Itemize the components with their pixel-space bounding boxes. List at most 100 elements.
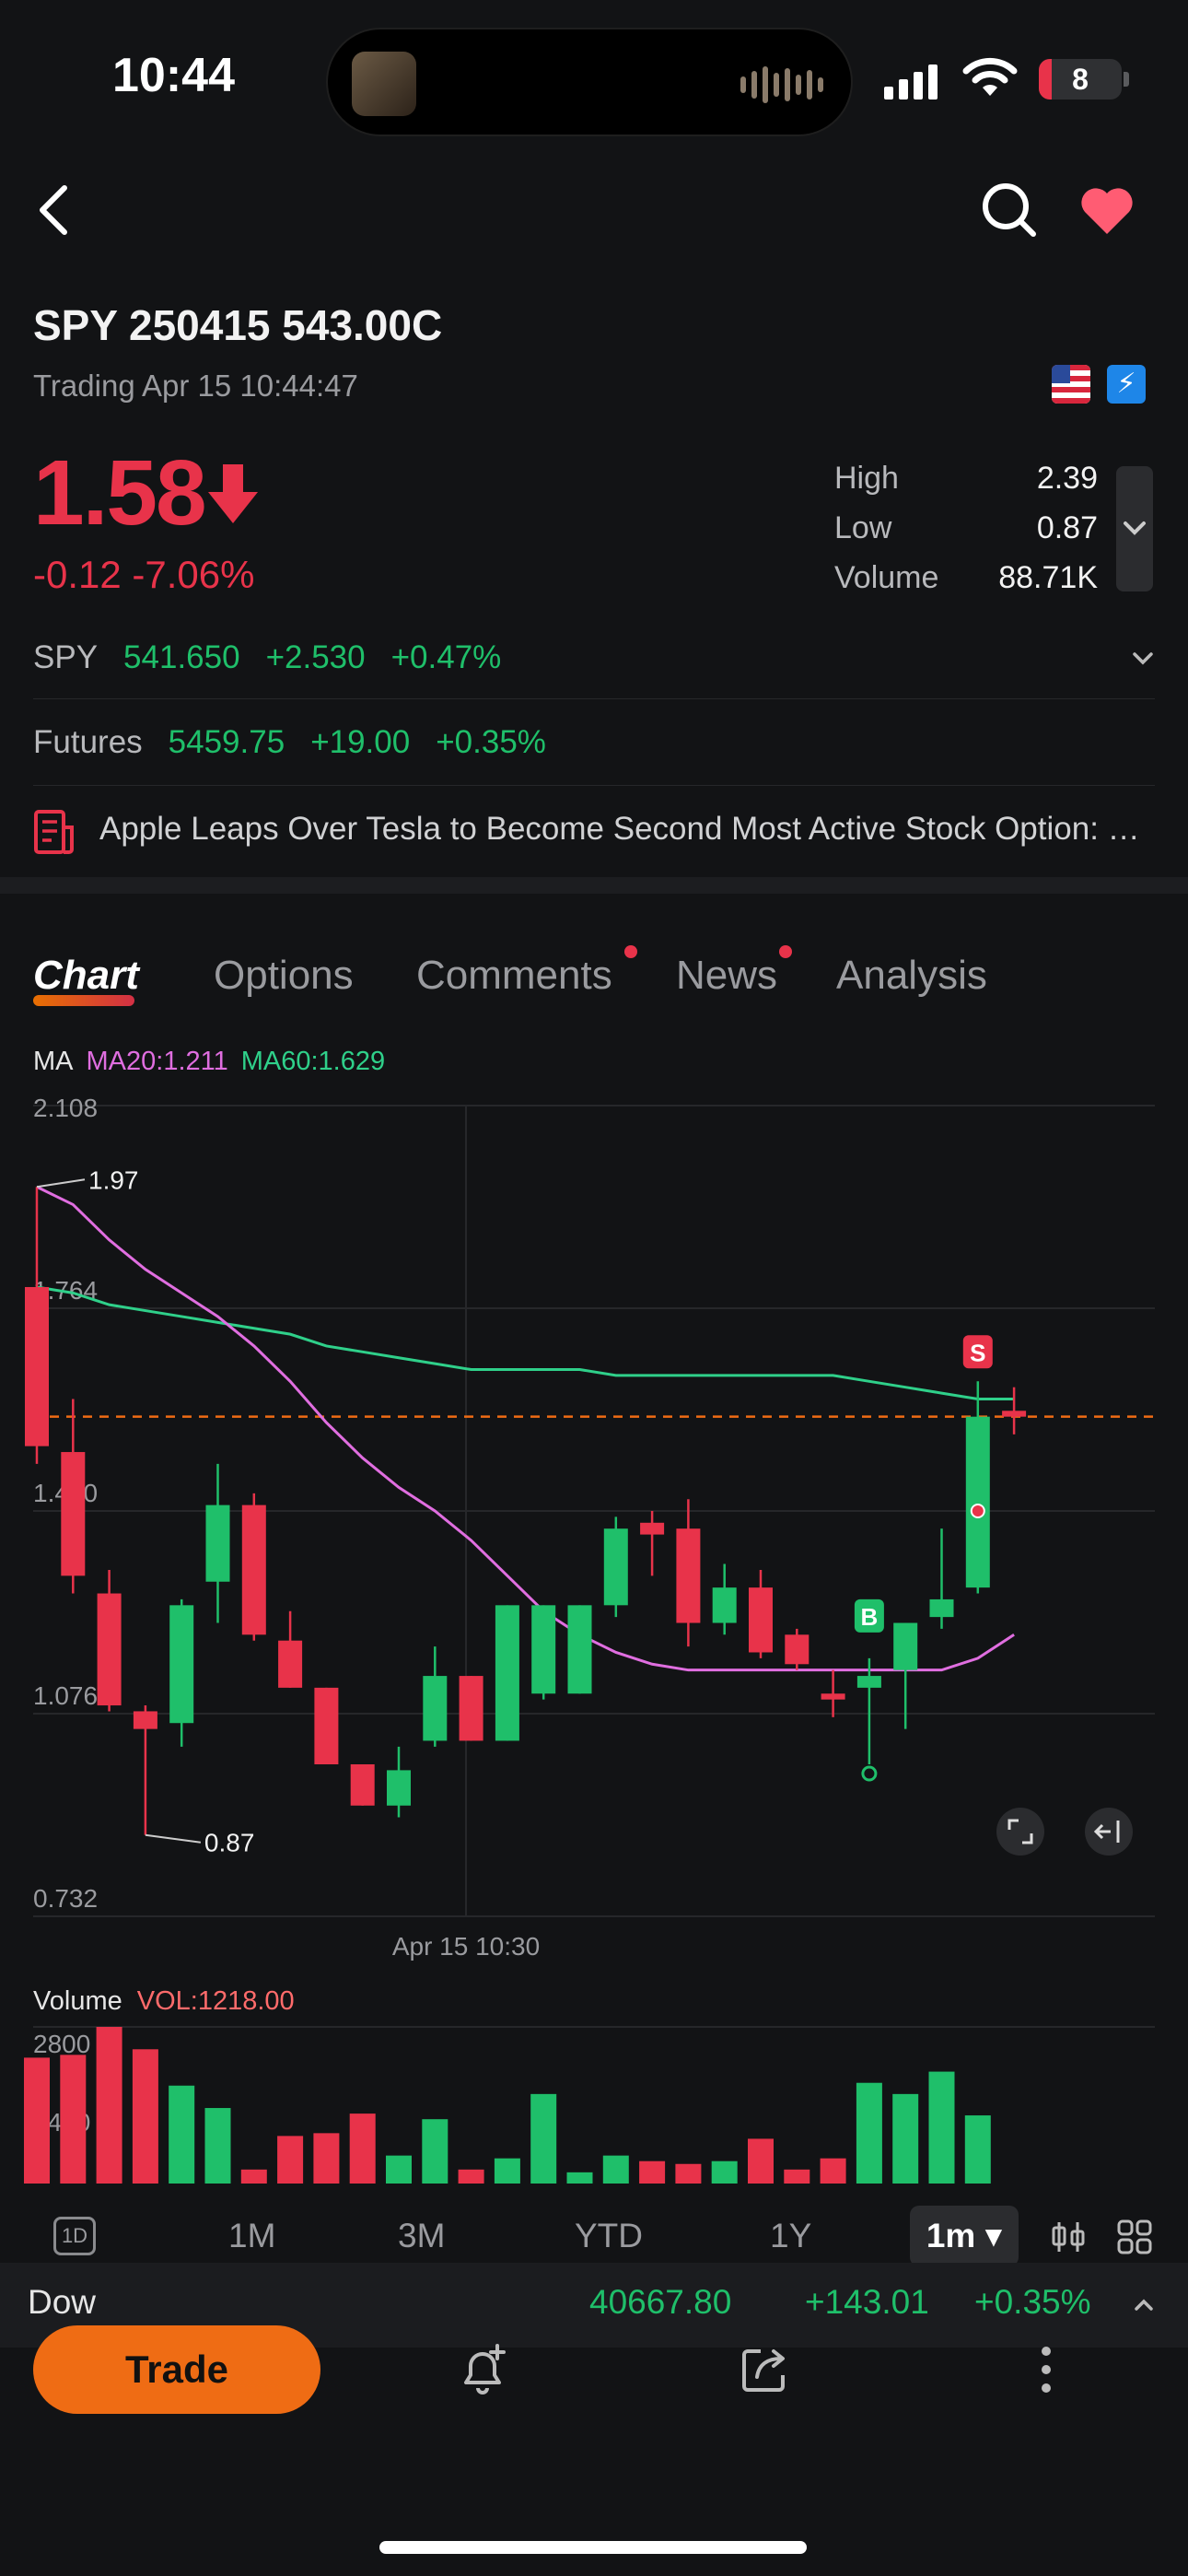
trading-status: Trading Apr 15 10:44:47 [33,369,358,403]
underlying-price: 541.650 [123,639,240,675]
candle-down [1002,1411,1027,1417]
volume-current: VOL:1218.00 [136,1986,295,2016]
favorite-heart-icon[interactable] [1077,181,1136,240]
volume-bar [313,2133,340,2184]
index-change: +143.01 [805,2283,929,2321]
tab-comments[interactable]: Comments [416,953,612,999]
index-name: Dow [28,2283,97,2321]
sell-point [970,1504,985,1518]
more-options-icon[interactable] [1017,2340,1076,2399]
interval-selector[interactable]: 1m ▾ [910,2206,1019,2266]
stats-expand-button[interactable] [1116,466,1153,591]
home-indicator [379,2541,807,2554]
candle-down [821,1693,845,1700]
candle-down [676,1528,701,1623]
volume-bar [639,2160,666,2184]
chevron-up-icon[interactable] [1131,2292,1157,2318]
candle-up [423,1676,448,1741]
trade-button[interactable]: Trade [33,2325,320,2414]
range-1y-button[interactable]: 1Y [770,2217,811,2255]
stat-volume-label: Volume [834,560,939,595]
underlying-pct: +0.47% [390,639,502,675]
stat-high-label: High [834,461,899,496]
range-1d-button[interactable]: 1D [53,2217,96,2255]
max-leader-line [36,1178,86,1188]
candle-type-icon[interactable] [1050,2219,1087,2255]
ma-label: MA [33,1047,74,1076]
y-tick-label: 1.076 [33,1681,98,1710]
cellular-signal-icon [884,64,938,100]
volume-bar [422,2119,448,2184]
volume-bar [784,2169,810,2184]
candle-up [531,1605,556,1694]
news-icon [34,810,74,854]
index-pct: +0.35% [974,2283,1091,2321]
buy-marker-label: B [861,1603,879,1631]
price-down-arrow-icon [208,464,258,523]
volume-bar [494,2158,520,2184]
futures-pct: +0.35% [436,724,546,760]
candle-down [459,1676,483,1741]
volume-tick-label: 2800 [33,2030,90,2058]
comments-notification-dot [624,945,637,958]
candle-down [314,1687,339,1764]
range-ytd-button[interactable]: YTD [575,2217,643,2255]
candle-down [785,1634,809,1665]
futures-quote-row[interactable]: Futures 5459.75 +19.00 +0.35% [33,724,546,761]
ma20-line [36,1185,1015,1672]
ma-legend[interactable]: MA MA20:1.211 MA60:1.629 [33,1047,385,1077]
news-headline-link[interactable]: Apple Leaps Over Tesla to Become Second … [99,811,1149,848]
battery-cap [1124,72,1129,87]
candle-up [205,1505,230,1582]
range-1m-button[interactable]: 1M [228,2217,275,2255]
volume-bar [458,2169,484,2184]
dynamic-island[interactable] [326,28,853,136]
underlying-quote-row[interactable]: SPY 541.650 +2.530 +0.47% [33,639,501,676]
candle-down [241,1505,266,1635]
back-icon[interactable] [26,181,85,240]
stat-high-value: 2.39 [1036,461,1098,496]
stat-low-value: 0.87 [1036,510,1098,545]
tab-analysis[interactable]: Analysis [836,953,987,999]
tab-chart[interactable]: Chart [33,953,139,999]
range-3m-button[interactable]: 3M [398,2217,445,2255]
candle-down [278,1640,303,1688]
volume-bar [386,2155,412,2184]
audio-waveform-icon [740,66,823,103]
share-icon[interactable] [735,2340,794,2399]
futures-price: 5459.75 [168,724,285,760]
candle-down [25,1286,49,1446]
price-alert-bell-icon[interactable] [453,2340,512,2399]
volume-bar [204,2108,231,2184]
search-icon[interactable] [980,181,1039,240]
status-time: 10:44 [112,49,235,102]
candle-down [133,1711,157,1729]
level2-badge-icon[interactable]: ⚡ [1107,365,1146,404]
candle-up [567,1605,592,1694]
y-tick-label: 0.732 [33,1884,98,1913]
interval-label: 1m [926,2217,976,2254]
volume-bar [169,2085,195,2184]
futures-label: Futures [33,724,143,760]
volume-bar [856,2082,882,2184]
volume-legend: Volume VOL:1218.00 [33,1986,295,2017]
volume-bar [566,2172,593,2184]
chevron-down-icon[interactable] [1129,645,1157,673]
news-notification-dot [779,945,792,958]
min-price-label: 0.87 [204,1829,255,1857]
candle-down [640,1522,665,1535]
candlestick-chart[interactable]: 2.1081.7641.4201.0760.732Apr 15 10:301.9… [0,1087,1188,2193]
ma20-value: MA20:1.211 [86,1047,228,1076]
x-tick-label: Apr 15 10:30 [392,1932,540,1961]
volume-bar [711,2160,738,2184]
candle-up [965,1416,990,1588]
candle-up [893,1622,918,1670]
tab-options[interactable]: Options [214,953,354,999]
volume-bar [530,2093,557,2184]
stat-volume-value: 88.71K [998,560,1098,595]
indicators-grid-icon[interactable] [1116,2219,1153,2255]
price-change: -0.12 -7.06% [33,553,255,596]
tab-news[interactable]: News [676,953,777,999]
candle-up [856,1676,881,1688]
sell-marker-label: S [970,1339,985,1366]
